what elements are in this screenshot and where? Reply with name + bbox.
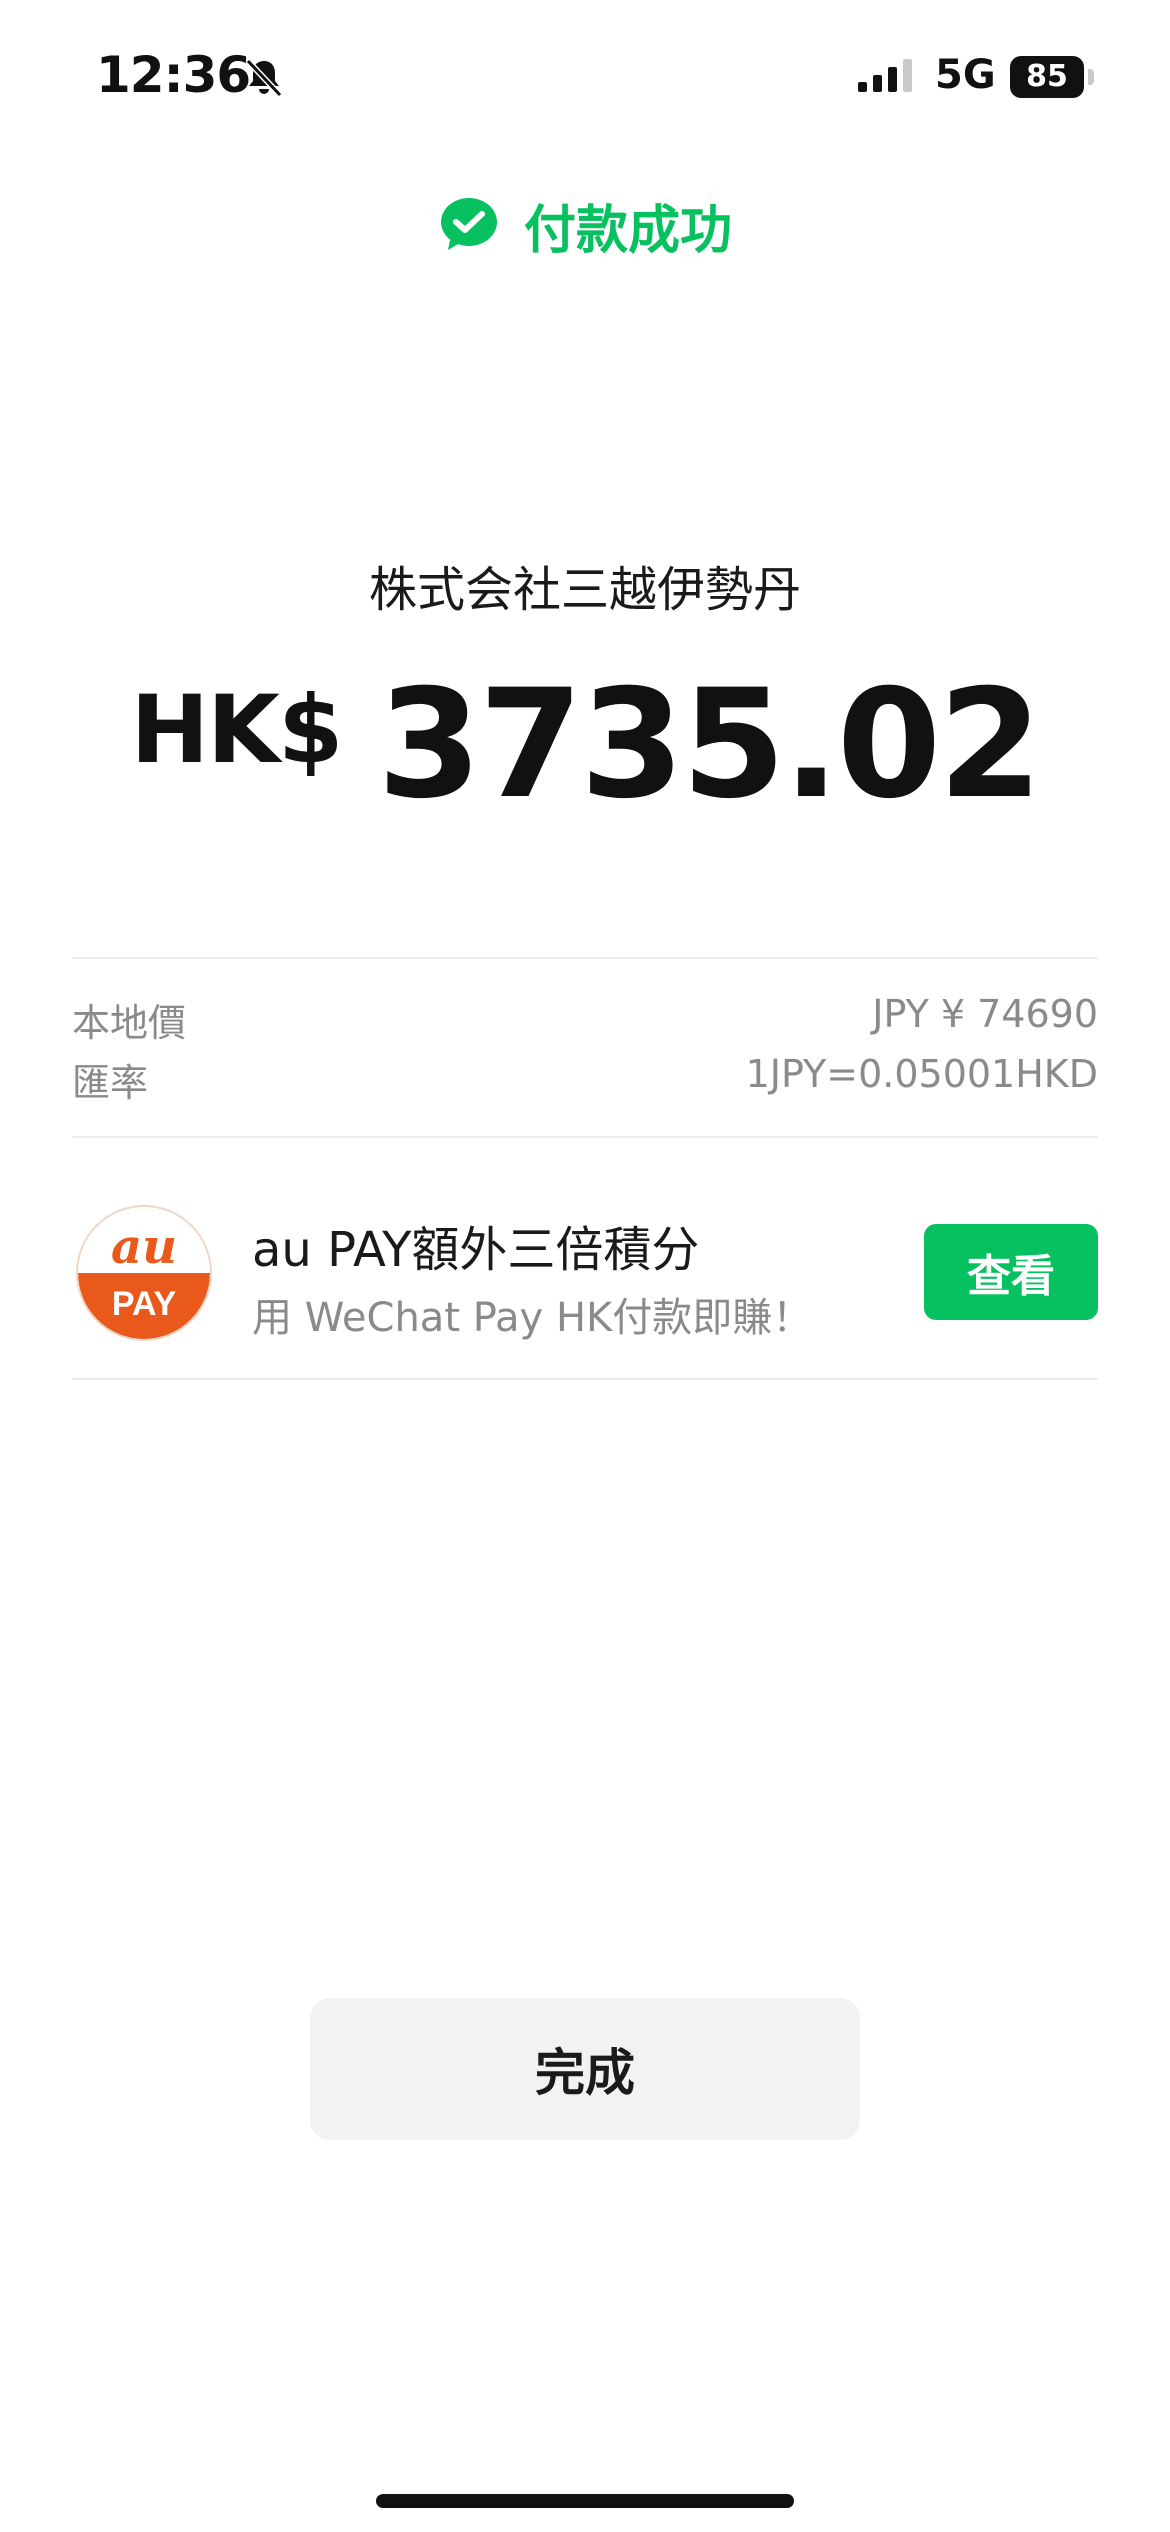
divider [72, 957, 1098, 959]
signal-icon [858, 59, 912, 92]
detail-label: 匯率 [72, 1061, 149, 1105]
promo-subtitle: 用 WeChat Pay HK付款即賺！ [252, 1295, 813, 1341]
divider [72, 1136, 1098, 1138]
detail-value: 1JPY=0.05001HKD [745, 1052, 1098, 1096]
merchant-name: 株式会社三越伊勢丹 [368, 562, 801, 618]
wechat-pay-check-icon [440, 198, 497, 250]
battery-level: 85 [1010, 56, 1084, 98]
bell-muted-icon [245, 58, 283, 98]
view-promo-button[interactable]: 查看 [924, 1224, 1098, 1320]
amount-row: HK$ 3735.02 [0, 670, 1170, 820]
promo-title: au PAY額外三倍積分 [252, 1222, 700, 1278]
pay-logo-text: PAY [112, 1285, 177, 1323]
status-time: 12:36 [96, 46, 251, 104]
done-button[interactable]: 完成 [310, 1998, 860, 2140]
au-logo-text: au [111, 1219, 177, 1275]
au-pay-logo-icon: au PAY [78, 1207, 210, 1339]
au-pay-logo: au PAY [76, 1205, 212, 1341]
detail-row-local-price: 本地價 JPY ¥ 74690 [72, 992, 1098, 1047]
network-type: 5G [935, 52, 996, 98]
payment-amount: 3735.02 [377, 658, 1042, 832]
currency-label: HK$ [130, 676, 343, 785]
divider [72, 1378, 1098, 1380]
home-indicator[interactable] [376, 2494, 794, 2508]
battery-icon: 85 [1010, 56, 1094, 100]
detail-label: 本地價 [72, 1001, 187, 1045]
detail-row-exchange-rate: 匯率 1JPY=0.05001HKD [72, 1052, 1098, 1107]
payment-status-text: 付款成功 [523, 200, 732, 261]
detail-value: JPY ¥ 74690 [872, 992, 1098, 1036]
payment-status-header: 付款成功 [0, 190, 1170, 261]
battery-tip [1088, 69, 1094, 85]
